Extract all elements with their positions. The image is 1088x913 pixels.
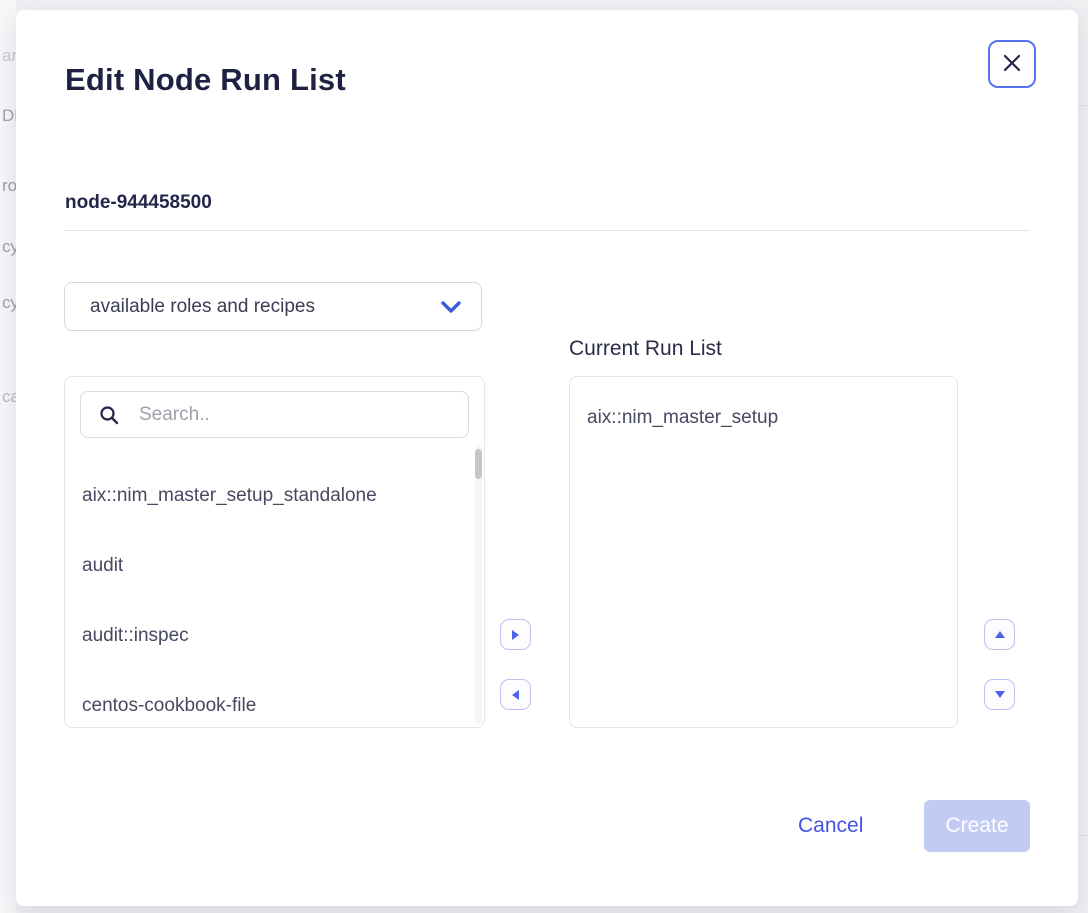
current-run-list-panel: aix::nim_master_setup	[569, 376, 958, 728]
move-up-button[interactable]	[984, 619, 1015, 650]
background-divider	[1078, 105, 1088, 106]
cancel-button[interactable]: Cancel	[798, 811, 863, 841]
current-run-list-heading: Current Run List	[569, 334, 722, 364]
triangle-up-icon	[995, 631, 1005, 638]
list-item[interactable]: centos-cookbook-file	[65, 671, 484, 728]
triangle-down-icon	[995, 691, 1005, 698]
list-item[interactable]: audit	[65, 531, 484, 601]
background-text-fragment: DE	[2, 106, 16, 126]
move-right-button[interactable]	[500, 619, 531, 650]
edit-node-run-list-modal: Edit Node Run List node-944458500 availa…	[16, 10, 1078, 906]
close-button[interactable]	[988, 40, 1036, 88]
scrollbar[interactable]	[475, 445, 482, 725]
available-list: aix::nim_master_setup_standalone audit a…	[65, 461, 484, 728]
dropdown-selected-value: available roles and recipes	[65, 296, 315, 318]
search-icon	[99, 405, 119, 425]
chevron-down-icon	[441, 298, 461, 316]
search-input[interactable]	[139, 404, 439, 426]
divider	[64, 230, 1029, 231]
scrollbar-thumb[interactable]	[475, 449, 482, 479]
background-text-fragment: cy	[2, 237, 16, 257]
triangle-left-icon	[512, 690, 519, 700]
close-icon	[1003, 54, 1021, 75]
triangle-right-icon	[512, 630, 519, 640]
background-text-fragment: ca	[2, 387, 16, 407]
background-text-fragment: are	[2, 46, 16, 66]
available-list-panel: aix::nim_master_setup_standalone audit a…	[64, 376, 485, 728]
list-item[interactable]: aix::nim_master_setup_standalone	[65, 461, 484, 531]
move-down-button[interactable]	[984, 679, 1015, 710]
list-item[interactable]: aix::nim_master_setup	[587, 405, 778, 431]
search-box[interactable]	[80, 391, 469, 438]
node-name-label: node-944458500	[65, 190, 212, 216]
background-text-fragment: cy	[2, 293, 16, 313]
background-text-fragment: ro	[2, 176, 16, 196]
page-title: Edit Node Run List	[65, 60, 346, 100]
list-item[interactable]: audit::inspec	[65, 601, 484, 671]
move-left-button[interactable]	[500, 679, 531, 710]
background-sidebar-strip: are DE ro cy cy ca	[0, 0, 16, 913]
roles-recipes-dropdown[interactable]: available roles and recipes	[64, 282, 482, 331]
background-divider	[1078, 835, 1088, 836]
create-button[interactable]: Create	[924, 800, 1030, 852]
